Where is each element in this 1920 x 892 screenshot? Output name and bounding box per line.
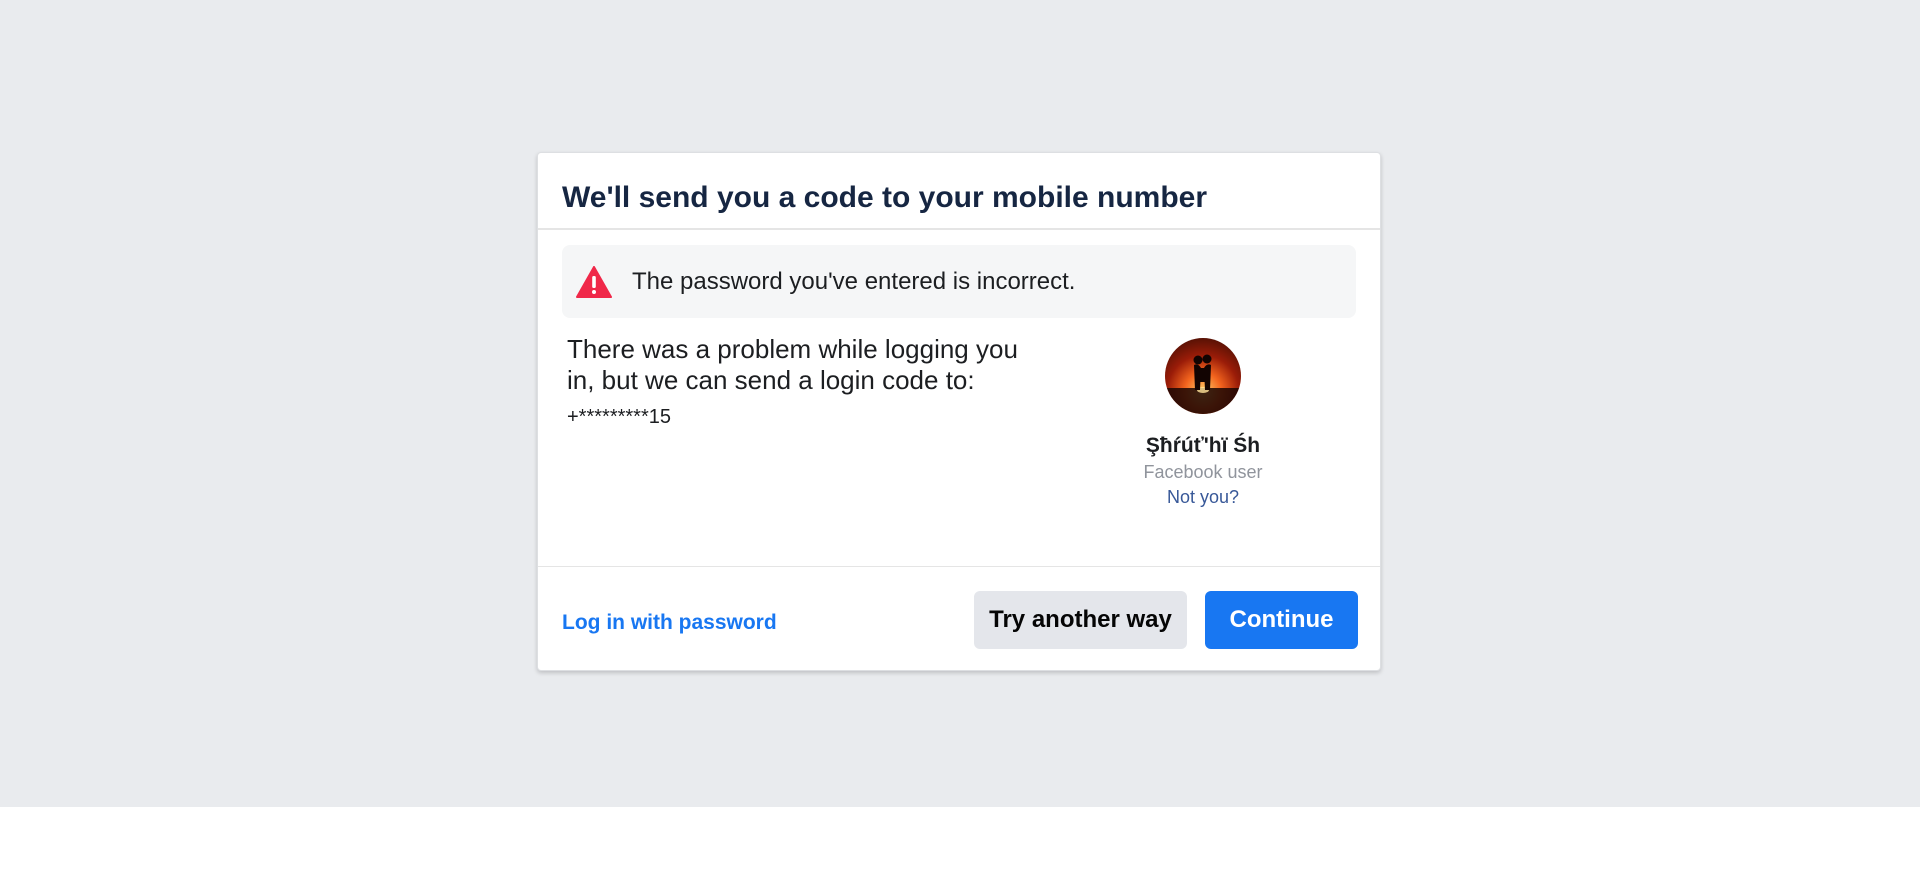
error-banner: The password you've entered is incorrect…: [562, 245, 1356, 318]
warning-icon: [576, 265, 612, 298]
problem-message: There was a problem while logging you in…: [567, 334, 1018, 395]
masked-phone-number: +*********15: [567, 406, 671, 428]
profile-card: Şħŕúť'hï Śh Facebook user Not you?: [1078, 338, 1328, 508]
login-code-dialog: We'll send you a code to your mobile num…: [537, 152, 1381, 671]
avatar: [1165, 338, 1241, 414]
try-another-way-button[interactable]: Try another way: [974, 591, 1187, 649]
profile-name: Şħŕúť'hï Śh: [1145, 434, 1261, 457]
not-you-link[interactable]: Not you?: [1167, 487, 1239, 508]
dialog-footer: Log in with password Try another way Con…: [538, 567, 1380, 670]
dialog-title: We'll send you a code to your mobile num…: [562, 181, 1208, 214]
dialog-header: We'll send you a code to your mobile num…: [538, 153, 1380, 230]
continue-button[interactable]: Continue: [1205, 591, 1358, 649]
profile-subtitle: Facebook user: [1143, 462, 1263, 482]
error-message: The password you've entered is incorrect…: [632, 267, 1076, 295]
dialog-body: The password you've entered is incorrect…: [538, 230, 1380, 567]
log-in-with-password-link[interactable]: Log in with password: [562, 611, 777, 635]
